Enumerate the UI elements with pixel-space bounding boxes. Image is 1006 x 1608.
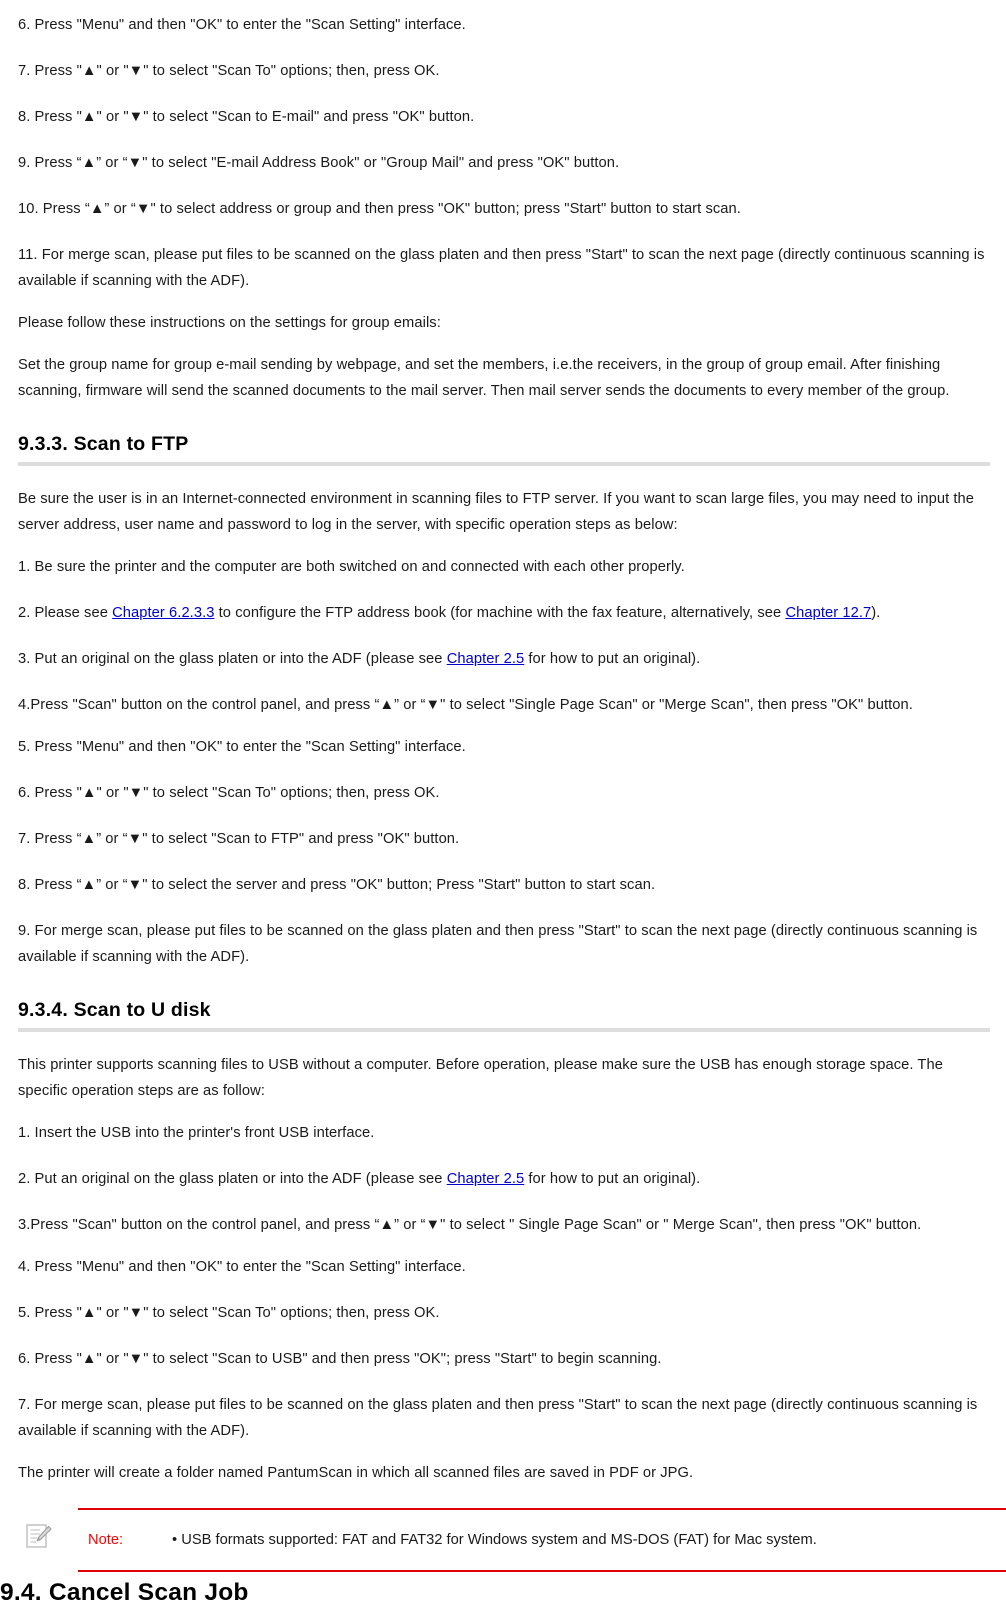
note-box: Note: • USB formats supported: FAT and F… [18,1498,1006,1584]
paragraph-step-7: 7. Press "▲" or "▼" to select "Scan To" … [18,63,440,79]
paragraph-ftp-step-8: 8. Press “▲” or “▼" to select the server… [18,877,656,893]
spacer-before-ftp-heading [18,404,988,431]
paragraph-udisk-step-3: 3.Press "Scan" button on the control pan… [18,1217,922,1233]
link-chapter-6-2-3-3[interactable]: Chapter 6.2.3.3 [112,605,214,621]
paragraph-ftp-step-2: 2. Please see Chapter 6.2.3.3 to configu… [18,600,988,626]
note-content: Note: • USB formats supported: FAT and F… [78,1510,1006,1570]
section-heading-cancel-scan-job: 9.4. Cancel Scan Job [0,1579,249,1606]
paragraph-step-10: 10. Press “▲” or “▼" to select address o… [18,201,741,217]
note-label: Note: [88,1532,124,1548]
section-heading-scan-to-ftp: 9.3.3. Scan to FTP [18,433,189,455]
link-chapter-12-7[interactable]: Chapter 12.7 [785,605,871,621]
ftp-step2-text-a: 2. Please see [18,605,113,621]
paragraph-udisk-step-6: 6. Press "▲" or "▼" to select "Scan to U… [18,1351,662,1367]
udisk-step2-text-a: 2. Put an original on the glass platen o… [18,1171,447,1187]
note-text: • USB formats supported: FAT and FAT32 f… [172,1532,817,1548]
paragraph-ftp-step-6: 6. Press "▲" or "▼" to select "Scan To" … [18,785,440,801]
ftp-step2-text-b: to configure the FTP address book (for m… [214,605,786,621]
paragraph-ftp-step-7: 7. Press “▲” or “▼" to select "Scan to F… [18,831,460,847]
paragraph-ftp-step-3: 3. Put an original on the glass platen o… [18,646,988,672]
ftp-step3-text-b: for how to put an original). [524,651,701,667]
paragraph-step-6: 6. Press "Menu" and then "OK" to enter t… [18,17,466,33]
spacer-before-note [18,1486,988,1498]
paragraph-ftp-step-4: 4.Press "Scan" button on the control pan… [18,697,913,713]
paragraph-ftp-step-9: 9. For merge scan, please put files to b… [18,923,978,965]
spacer-top [18,0,988,12]
ftp-step2-text-c: ). [871,605,881,621]
note-frame: Note: • USB formats supported: FAT and F… [78,1508,1006,1572]
paragraph-udisk-intro: This printer supports scanning files to … [18,1057,943,1099]
paragraph-step-11: 11. For merge scan, please put files to … [18,247,985,289]
paragraph-udisk-step-4: 4. Press "Menu" and then "OK" to enter t… [18,1259,466,1275]
ftp-step3-text-a: 3. Put an original on the glass platen o… [18,651,447,667]
link-chapter-2-5-udisk[interactable]: Chapter 2.5 [447,1171,525,1187]
paragraph-pantumscan-folder: The printer will create a folder named P… [18,1465,694,1481]
paragraph-step-8: 8. Press "▲" or "▼" to select "Scan to E… [18,109,475,125]
note-pencil-icon [24,1522,54,1552]
link-chapter-2-5-ftp[interactable]: Chapter 2.5 [447,651,525,667]
paragraph-udisk-step-5: 5. Press "▲" or "▼" to select "Scan To" … [18,1305,440,1321]
paragraph-step-9: 9. Press “▲” or “▼" to select "E-mail Ad… [18,155,620,171]
paragraph-ftp-step-1: 1. Be sure the printer and the computer … [18,559,685,575]
paragraph-udisk-step-2: 2. Put an original on the glass platen o… [18,1166,988,1192]
paragraph-ftp-intro: Be sure the user is in an Internet-conne… [18,491,975,533]
document-page: 6. Press "Menu" and then "OK" to enter t… [0,0,1006,1608]
udisk-step2-text-b: for how to put an original). [524,1171,701,1187]
spacer-before-udisk-heading [18,970,988,997]
section-heading-scan-to-u-disk: 9.3.4. Scan to U disk [18,999,211,1021]
paragraph-group-email-detail: Set the group name for group e-mail send… [18,357,950,399]
paragraph-ftp-step-5: 5. Press "Menu" and then "OK" to enter t… [18,739,466,755]
paragraph-udisk-step-1: 1. Insert the USB into the printer's fro… [18,1125,375,1141]
paragraph-group-email-intro: Please follow these instructions on the … [18,315,441,331]
paragraph-udisk-step-7: 7. For merge scan, please put files to b… [18,1397,978,1439]
bottom-heading-wrap: 9.4. Cancel Scan Job [0,1578,1006,1608]
